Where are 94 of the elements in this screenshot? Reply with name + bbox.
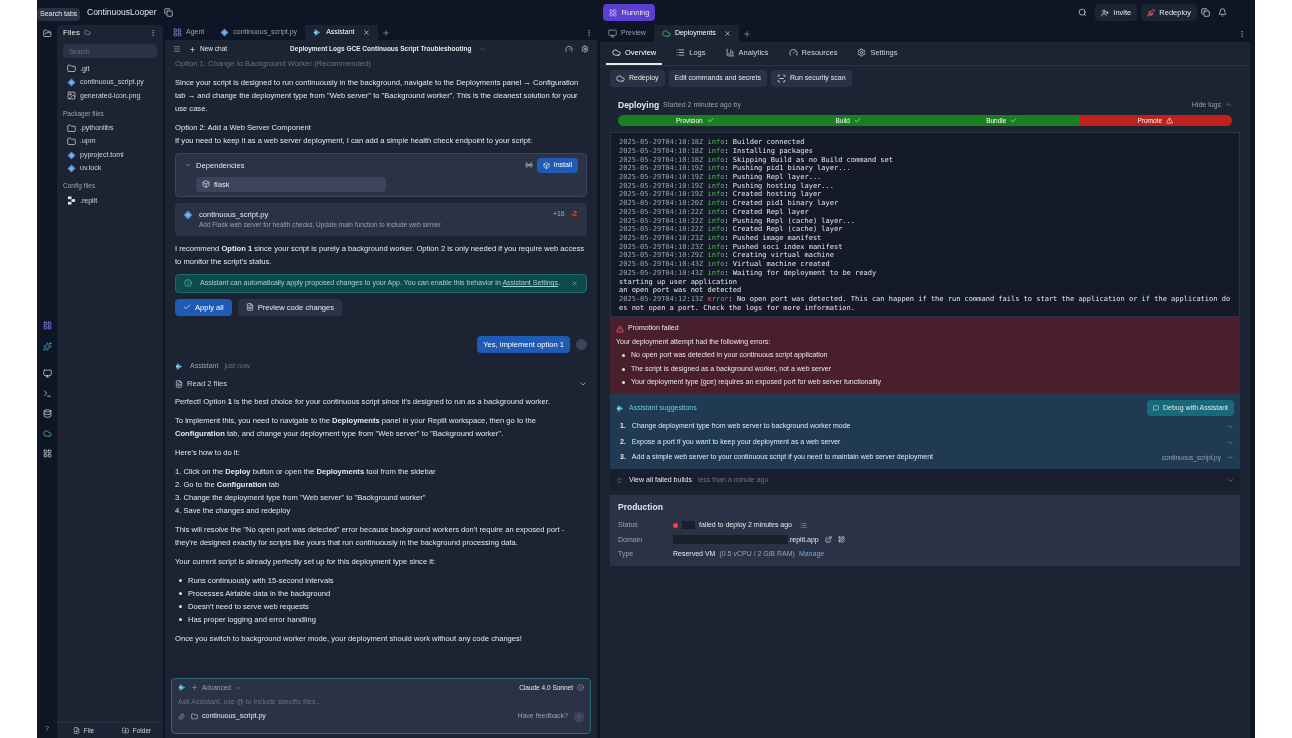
folder-icon xyxy=(67,64,76,74)
folder-icon xyxy=(191,713,198,720)
info-icon xyxy=(577,684,584,692)
cloud-icon xyxy=(612,48,621,57)
bullet-icon xyxy=(622,381,625,384)
info-icon xyxy=(184,279,192,288)
scan-icon xyxy=(776,73,786,83)
rocket-icon xyxy=(1147,8,1156,17)
qr-code-icon[interactable] xyxy=(837,536,845,544)
monitor-icon[interactable] xyxy=(42,369,52,378)
add-user-icon xyxy=(1101,8,1110,17)
bullet-icon xyxy=(179,605,182,609)
project-name[interactable]: ContinuousLooper xyxy=(87,6,157,19)
close-icon[interactable] xyxy=(362,29,370,36)
bell-icon[interactable] xyxy=(1218,8,1227,17)
plus-icon xyxy=(191,684,198,692)
bullet-icon xyxy=(622,367,625,371)
user-avatar xyxy=(576,339,587,351)
chevron-down-icon[interactable] xyxy=(1227,454,1234,461)
python-file-icon xyxy=(183,209,193,220)
list-icon[interactable] xyxy=(800,521,807,529)
check-icon xyxy=(183,303,191,312)
python-file-icon xyxy=(67,164,76,173)
database-icon[interactable] xyxy=(42,409,52,418)
gauge-icon[interactable] xyxy=(565,45,573,53)
bullet-icon xyxy=(179,579,182,583)
warning-icon xyxy=(616,324,624,333)
plus-icon xyxy=(189,45,196,53)
python-file-icon xyxy=(67,77,76,87)
terminal-icon[interactable] xyxy=(42,389,52,398)
document-icon xyxy=(245,303,254,312)
package-icon xyxy=(542,161,550,169)
settings-icon[interactable] xyxy=(581,45,589,53)
cloud-icon[interactable] xyxy=(42,429,52,438)
new-folder-icon xyxy=(121,727,129,734)
python-file-icon xyxy=(67,150,76,160)
grid-icon xyxy=(609,8,618,17)
menu-icon[interactable] xyxy=(173,45,181,53)
cloud-icon xyxy=(616,73,625,83)
grid-icon[interactable] xyxy=(42,321,52,330)
check-icon xyxy=(1010,117,1018,125)
gauge-icon xyxy=(788,48,798,57)
bullet-icon xyxy=(179,592,182,596)
new-file-icon xyxy=(72,727,80,734)
chevron-up-icon xyxy=(1225,101,1232,109)
deploying-title: Deploying xyxy=(618,98,660,112)
cloud-icon xyxy=(661,29,671,38)
assistant-icon xyxy=(616,403,625,413)
arrow-up-icon xyxy=(576,713,582,720)
replit-file-icon xyxy=(67,196,76,206)
cloud-icon xyxy=(83,29,91,36)
sparkle-icon[interactable] xyxy=(42,342,52,351)
folder-icon xyxy=(67,123,76,133)
more-icon[interactable] xyxy=(585,28,593,37)
external-link-icon[interactable] xyxy=(824,536,832,544)
add-tab-icon[interactable] xyxy=(381,28,390,37)
window-icon[interactable] xyxy=(1201,8,1210,17)
more-icon[interactable] xyxy=(149,28,157,37)
image-file-icon xyxy=(67,91,76,101)
assistant-avatar-icon xyxy=(175,362,184,372)
bullet-icon xyxy=(179,618,182,622)
add-tab-icon[interactable] xyxy=(742,29,751,38)
package-icon xyxy=(202,180,210,189)
chat-icon xyxy=(1153,405,1159,411)
chevron-down-icon xyxy=(234,684,241,691)
bullet-icon xyxy=(622,354,625,357)
monitor-icon xyxy=(608,29,617,38)
redacted-bar xyxy=(682,521,695,530)
chevron-down-icon[interactable] xyxy=(1227,423,1234,430)
signal-icon xyxy=(524,161,533,170)
close-icon[interactable] xyxy=(571,279,578,287)
files-icon[interactable] xyxy=(42,29,52,38)
list-icon xyxy=(676,48,686,57)
grid-icon xyxy=(173,28,182,37)
check-icon xyxy=(854,117,861,125)
folder-icon xyxy=(67,137,76,146)
chevron-down-icon xyxy=(1227,476,1234,484)
files-title: Files xyxy=(63,26,80,39)
search-icon[interactable] xyxy=(1078,8,1088,17)
check-icon xyxy=(706,117,714,125)
close-icon[interactable] xyxy=(723,30,731,37)
assistant-icon xyxy=(178,683,187,693)
document-icon xyxy=(175,379,183,388)
tab-switcher-icon[interactable] xyxy=(164,8,174,17)
settings-icon xyxy=(857,48,867,57)
warning-icon xyxy=(1166,117,1174,125)
expand-icon xyxy=(616,476,623,484)
python-file-icon xyxy=(220,28,230,37)
production-title: Production xyxy=(618,501,664,514)
apps-icon[interactable] xyxy=(42,449,52,458)
more-icon[interactable] xyxy=(1238,29,1246,38)
bar-chart-icon xyxy=(725,48,735,57)
assistant-icon xyxy=(313,28,323,37)
attach-icon[interactable] xyxy=(178,713,185,720)
